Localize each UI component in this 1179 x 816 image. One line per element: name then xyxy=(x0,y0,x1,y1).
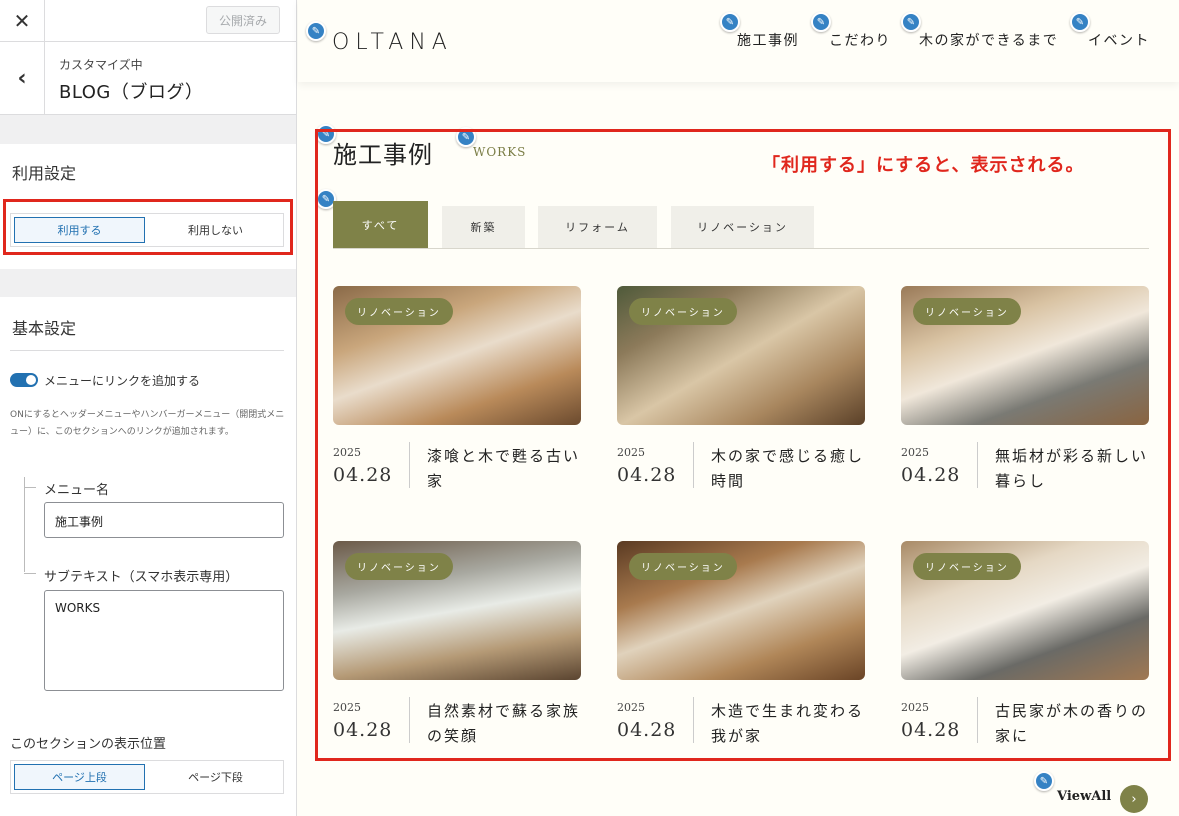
card-year: 2025 xyxy=(901,446,929,459)
chevron-right-icon[interactable]: › xyxy=(1120,785,1148,813)
site-header: OLTANA 施工事例 こだわり 木の家ができるまで イベント xyxy=(298,0,1179,82)
tab-underline xyxy=(333,248,1149,249)
work-card-image[interactable]: リノベーション xyxy=(617,541,865,680)
card-year: 2025 xyxy=(333,701,361,714)
tree-line xyxy=(24,477,25,572)
work-card-image[interactable]: リノベーション xyxy=(333,286,581,425)
customizer-sidebar: ✕ 公開済み ‹ カスタマイズ中 BLOG（ブログ） 利用設定 利用する 利用し… xyxy=(0,0,297,816)
basic-heading: 基本設定 xyxy=(12,319,77,338)
position-segmented-control: ページ上段 ページ下段 xyxy=(10,760,284,794)
basic-settings-panel: 基本設定 メニューにリンクを追加する ONにするとヘッダーメニューやハンバーガー… xyxy=(0,297,296,816)
publish-button[interactable]: 公開済み xyxy=(206,6,280,34)
category-badge: リノベーション xyxy=(345,298,453,325)
card-year: 2025 xyxy=(617,701,645,714)
card-title[interactable]: 自然素材で蘇る家族の笑顔 xyxy=(427,699,587,749)
subtext-label: サブテキスト（スマホ表示専用） xyxy=(44,570,239,585)
card-year: 2025 xyxy=(901,701,929,714)
edit-pencil-icon[interactable]: ✎ xyxy=(1034,771,1054,791)
card-date: 04.28 xyxy=(617,464,677,486)
card-title[interactable]: 古民家が木の香りの家に xyxy=(995,699,1155,749)
view-all-link[interactable]: ViewAll xyxy=(1057,789,1111,804)
nav-item-works[interactable]: 施工事例 xyxy=(737,30,799,50)
work-card-image[interactable]: リノベーション xyxy=(901,286,1149,425)
card-date: 04.28 xyxy=(333,464,393,486)
toggle-label: メニューにリンクを追加する xyxy=(44,374,201,388)
position-label: このセクションの表示位置 xyxy=(10,737,167,752)
card-date: 04.28 xyxy=(333,719,393,741)
edit-pencil-icon[interactable]: ✎ xyxy=(306,21,326,41)
card-date: 04.28 xyxy=(901,719,961,741)
menu-link-toggle[interactable] xyxy=(10,373,38,387)
usage-highlight-frame xyxy=(3,199,293,255)
position-top-option[interactable]: ページ上段 xyxy=(14,764,145,790)
card-title[interactable]: 無垢材が彩る新しい暮らし xyxy=(995,444,1155,494)
divider xyxy=(10,350,284,351)
section-title: 施工事例 xyxy=(333,141,433,169)
customizer-top-bar: ✕ 公開済み xyxy=(0,0,296,42)
section-subtitle: WORKS xyxy=(473,145,527,159)
customizer-section-header: ‹ カスタマイズ中 BLOG（ブログ） xyxy=(0,42,296,115)
card-year: 2025 xyxy=(617,446,645,459)
tab-all[interactable]: すべて xyxy=(333,201,428,248)
card-year: 2025 xyxy=(333,446,361,459)
nav-item-event[interactable]: イベント xyxy=(1088,30,1150,50)
position-bottom-option[interactable]: ページ下段 xyxy=(151,764,280,790)
category-badge: リノベーション xyxy=(913,298,1021,325)
card-date: 04.28 xyxy=(617,719,677,741)
tab-renovation[interactable]: リノベーション xyxy=(671,206,814,248)
card-title[interactable]: 漆喰と木で甦る古い家 xyxy=(427,444,587,494)
edit-pencil-icon[interactable]: ✎ xyxy=(720,12,740,32)
category-badge: リノベーション xyxy=(913,553,1021,580)
toggle-description: ONにするとヘッダーメニューやハンバーガーメニュー（開閉式メニュー）に、このセク… xyxy=(10,410,285,437)
work-card-image[interactable]: リノベーション xyxy=(617,286,865,425)
tab-new-build[interactable]: 新築 xyxy=(442,206,525,248)
category-badge: リノベーション xyxy=(345,553,453,580)
tab-reform[interactable]: リフォーム xyxy=(538,206,657,248)
section-name: BLOG（ブログ） xyxy=(59,82,204,103)
annotation-text: 「利用する」にすると、表示される。 xyxy=(762,155,1085,176)
usage-heading: 利用設定 xyxy=(12,164,77,183)
site-logo[interactable]: OLTANA xyxy=(332,30,453,55)
card-title[interactable]: 木の家で感じる癒し時間 xyxy=(711,444,871,494)
card-title[interactable]: 木造で生まれ変わる我が家 xyxy=(711,699,871,749)
edit-pencil-icon[interactable]: ✎ xyxy=(811,12,831,32)
edit-pencil-icon[interactable]: ✎ xyxy=(1070,12,1090,32)
menu-name-label: メニュー名 xyxy=(44,483,110,498)
nav-item-commitment[interactable]: こだわり xyxy=(829,30,891,50)
edit-pencil-icon[interactable]: ✎ xyxy=(901,12,921,32)
subtext-textarea[interactable]: WORKS xyxy=(44,590,284,691)
customizing-label: カスタマイズ中 xyxy=(59,58,143,72)
nav-item-process[interactable]: 木の家ができるまで xyxy=(919,30,1058,50)
menu-name-input[interactable]: 施工事例 xyxy=(44,502,284,538)
card-date: 04.28 xyxy=(901,464,961,486)
close-icon[interactable]: ✕ xyxy=(0,0,45,41)
category-badge: リノベーション xyxy=(629,298,737,325)
category-badge: リノベーション xyxy=(629,553,737,580)
work-card-image[interactable]: リノベーション xyxy=(901,541,1149,680)
chevron-left-icon[interactable]: ‹ xyxy=(0,42,45,114)
work-card-image[interactable]: リノベーション xyxy=(333,541,581,680)
